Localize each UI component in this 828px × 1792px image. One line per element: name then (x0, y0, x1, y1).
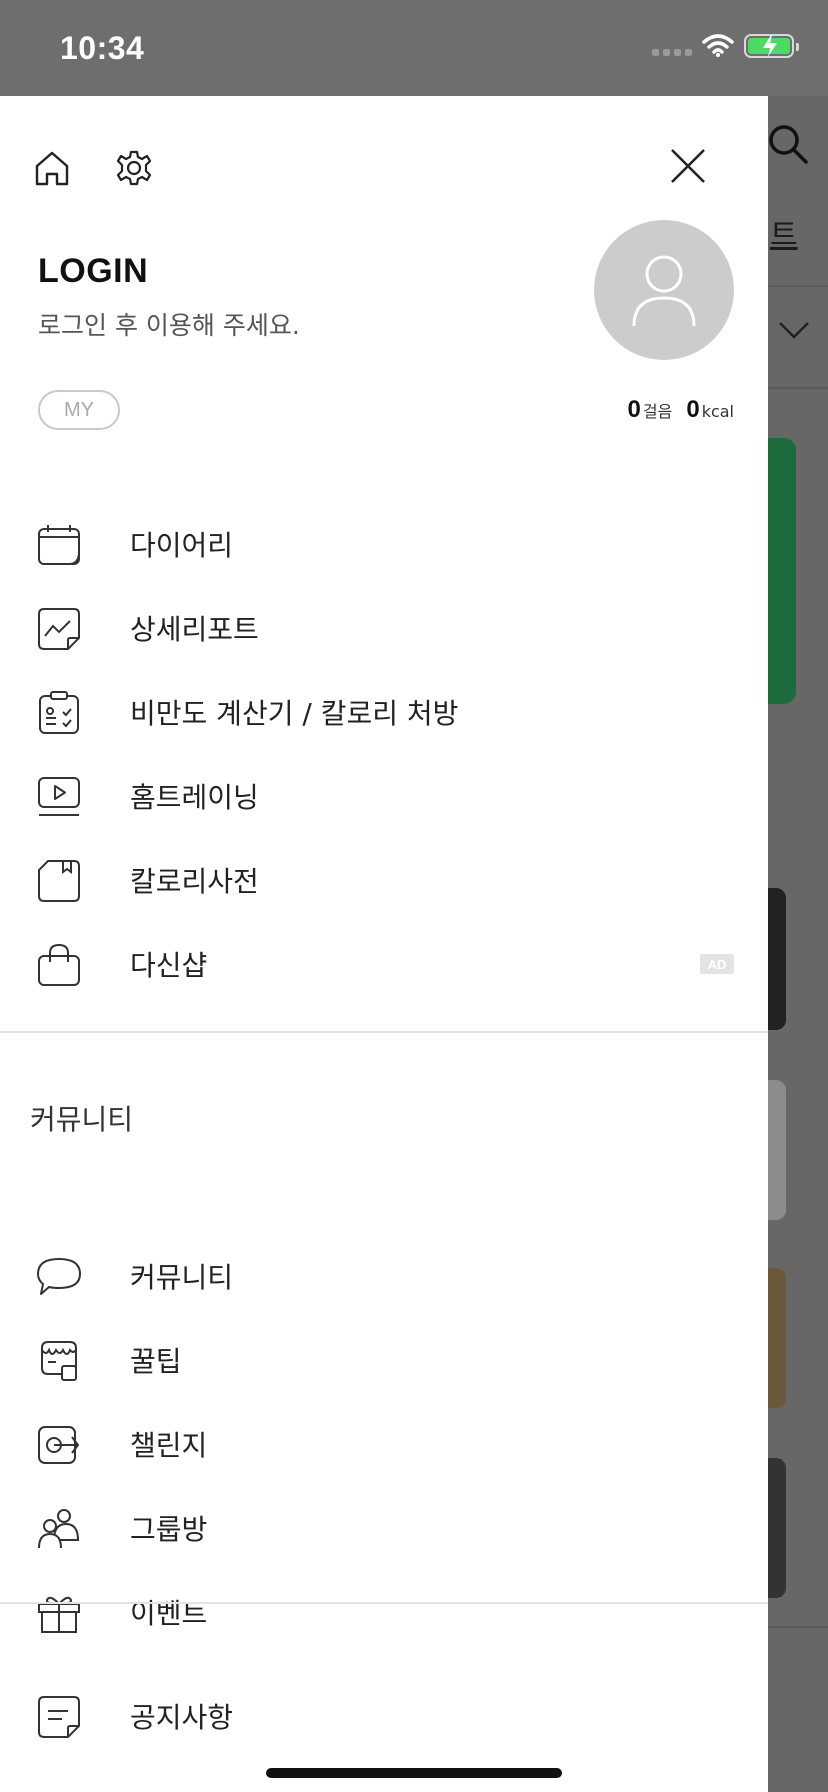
menu-item-label: 상세리포트 (130, 613, 259, 646)
menu-item-calorie-dictionary[interactable]: 칼로리사전 (0, 838, 768, 922)
home-icon (35, 151, 69, 186)
home-indicator (266, 1768, 562, 1778)
speech-bubble-icon (36, 1254, 82, 1300)
menu-item-community[interactable]: 커뮤니티 (0, 1234, 768, 1318)
divider (768, 1626, 828, 1628)
cellular-signal-icon (652, 36, 692, 56)
ad-badge: AD (700, 954, 734, 974)
menu-item-label: 홈트레이닝 (130, 781, 259, 814)
close-icon (671, 149, 705, 183)
background-card (768, 1268, 786, 1408)
steps-value: 0 (627, 396, 641, 423)
calendar-icon (36, 522, 82, 568)
clipboard-checklist-icon (36, 690, 82, 736)
activity-stats: 0 걸음 0 kcal (628, 396, 734, 424)
background-card (768, 1458, 786, 1598)
notice-note-icon (36, 1694, 82, 1740)
menu-item-label: 다신샵 (130, 949, 208, 982)
wifi-icon (702, 34, 734, 57)
kcal-unit: kcal (701, 402, 734, 421)
target-arrow-icon (36, 1422, 82, 1468)
shopping-bag-icon (36, 942, 82, 988)
menu-item-label: 비만도 계산기 / 칼로리 처방 (130, 697, 459, 730)
notice-menu: 공지사항 (0, 1674, 768, 1758)
background-card (768, 1080, 786, 1220)
main-menu: 다이어리 상세리포트 비만도 계산기 / 칼로리 처방 홈트레이닝 칼로리사전 (0, 502, 768, 1006)
battery-icon (744, 34, 799, 58)
login-subtitle: 로그인 후 이용해 주세요. (38, 311, 300, 340)
status-time: 10:34 (60, 30, 145, 66)
divider (768, 387, 828, 389)
menu-item-label: 이벤트 (130, 1597, 208, 1630)
menu-item-label: 그룹방 (130, 1513, 208, 1546)
gift-icon (36, 1590, 82, 1636)
community-menu: 커뮤니티 꿀팁 챌린지 그룹방 이벤트 (0, 1234, 768, 1654)
honey-pot-icon (36, 1338, 82, 1384)
login-title[interactable]: LOGIN (38, 252, 148, 291)
avatar[interactable] (594, 220, 734, 360)
menu-item-home-training[interactable]: 홈트레이닝 (0, 754, 768, 838)
group-people-icon (36, 1506, 82, 1552)
close-button[interactable] (668, 146, 708, 186)
menu-item-label: 챌린지 (130, 1429, 208, 1462)
background-card (768, 438, 796, 704)
menu-item-bmi-calculator[interactable]: 비만도 계산기 / 칼로리 처방 (0, 670, 768, 754)
divider (0, 1031, 768, 1033)
menu-item-group-room[interactable]: 그룹방 (0, 1486, 768, 1570)
menu-item-challenge[interactable]: 챌린지 (0, 1402, 768, 1486)
menu-item-dasin-shop[interactable]: 다신샵 AD (0, 922, 768, 1006)
menu-item-event[interactable]: 이벤트 (0, 1570, 768, 1654)
steps-unit: 걸음 (642, 402, 673, 421)
chart-report-icon (36, 606, 82, 652)
menu-item-label: 칼로리사전 (130, 865, 259, 898)
my-button[interactable]: MY (38, 390, 120, 430)
menu-item-notice[interactable]: 공지사항 (0, 1674, 768, 1758)
gear-icon (116, 150, 152, 186)
divider (0, 1602, 768, 1604)
video-play-icon (36, 774, 82, 820)
status-bar: 10:34 (0, 0, 828, 96)
background-card (768, 888, 786, 1030)
menu-item-label: 다이어리 (130, 529, 234, 562)
menu-item-report[interactable]: 상세리포트 (0, 586, 768, 670)
kcal-value: 0 (686, 396, 700, 423)
status-icons (652, 34, 799, 58)
bookmark-book-icon (36, 858, 82, 904)
search-icon (766, 122, 810, 170)
side-drawer: LOGIN 로그인 후 이용해 주세요. MY 0 걸음 0 kcal 다이어리 상… (0, 96, 768, 1792)
divider (768, 285, 828, 287)
settings-button[interactable] (114, 148, 154, 188)
section-title-community: 커뮤니티 (30, 1103, 134, 1136)
menu-item-label: 공지사항 (130, 1701, 234, 1734)
home-button[interactable] (32, 148, 72, 188)
menu-item-tips[interactable]: 꿀팁 (0, 1318, 768, 1402)
background-tab-fragment: 트 (770, 218, 798, 253)
user-placeholder-icon (632, 255, 696, 327)
menu-item-label: 커뮤니티 (130, 1261, 234, 1294)
menu-item-label: 꿀팁 (130, 1345, 182, 1378)
chevron-down-icon (778, 320, 810, 344)
menu-item-diary[interactable]: 다이어리 (0, 502, 768, 586)
